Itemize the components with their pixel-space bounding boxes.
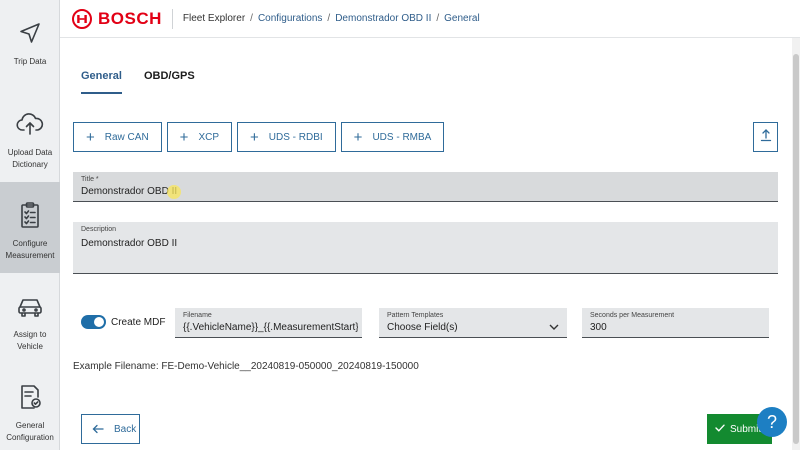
add-uds-rdbi-button[interactable]: + UDS - RDBI <box>237 122 336 152</box>
scrollbar-thumb[interactable] <box>793 54 799 444</box>
description-field-label: Description <box>81 226 117 233</box>
header-divider <box>171 8 173 29</box>
sidebar-item-label: Trip Data <box>13 57 47 66</box>
title-input[interactable]: Demonstrador OBD II <box>81 186 177 197</box>
breadcrumb-separator: / <box>436 13 440 24</box>
bosch-armature-icon <box>72 8 92 29</box>
back-button-label: Back <box>114 423 137 435</box>
plus-icon: + <box>86 128 95 146</box>
breadcrumb-separator: / <box>250 13 253 24</box>
app-title: Fleet Explorer <box>182 13 246 24</box>
cloud-upload-icon <box>15 109 45 139</box>
filename-field-label: Filename <box>183 312 212 319</box>
sidebar-item-label: Upload Data Dictionary <box>7 148 53 169</box>
tab-obd-gps[interactable]: OBD/GPS <box>144 70 195 94</box>
sidebar-item-assign-to-vehicle[interactable]: Assign to Vehicle <box>0 273 60 364</box>
upload-icon <box>760 128 772 147</box>
add-uds-rmba-button[interactable]: + UDS - RMBA <box>340 122 445 152</box>
plus-icon: + <box>353 128 363 146</box>
sidebar-item-label: Configure Measurement <box>5 239 55 260</box>
sidebar-item-general-configuration[interactable]: General Configuration <box>0 364 60 450</box>
plus-icon: + <box>179 128 189 146</box>
create-mdf-toggle[interactable] <box>81 315 106 329</box>
button-label: XCP <box>198 131 219 143</box>
sidebar-item-upload-data-dictionary[interactable]: Upload Data Dictionary <box>0 91 60 182</box>
add-source-buttons: + Raw CAN + XCP + UDS - RDBI + UDS - RMB… <box>73 122 449 152</box>
filename-field[interactable]: Filename {{.VehicleName}}_{{.Measurement… <box>175 308 362 338</box>
tab-bar: General OBD/GPS <box>81 70 217 94</box>
help-button[interactable]: ? <box>757 407 787 437</box>
bosch-logo[interactable]: BOSCH <box>72 8 162 29</box>
sidebar-item-trip-data[interactable]: Trip Data <box>0 0 60 91</box>
toggle-knob <box>94 317 104 327</box>
title-field-label: Title * <box>81 176 99 183</box>
pattern-templates-value: Choose Field(s) <box>387 322 458 333</box>
navigation-arrow-icon <box>15 18 45 48</box>
seconds-per-measurement-label: Seconds per Measurement <box>590 312 675 319</box>
back-button[interactable]: Back <box>81 414 140 444</box>
app-window: Trip Data Upload Data Dictionary Configu… <box>0 0 800 450</box>
seconds-per-measurement-input[interactable]: 300 <box>590 322 607 333</box>
create-mdf-control: Create MDF <box>81 315 165 329</box>
sidebar-item-label: Assign to Vehicle <box>13 330 47 351</box>
pattern-templates-select[interactable]: Pattern Templates Choose Field(s) <box>379 308 567 338</box>
help-question-icon: ? <box>766 411 777 432</box>
breadcrumb-configurations[interactable]: Configurations <box>258 13 322 24</box>
tab-general[interactable]: General <box>81 70 122 94</box>
description-input[interactable]: Demonstrador OBD II <box>81 238 177 249</box>
mouse-cursor-highlight <box>167 185 181 199</box>
brand-name: BOSCH <box>98 8 162 28</box>
breadcrumb-configuration-name[interactable]: Demonstrador OBD II <box>335 13 431 24</box>
sidebar: Trip Data Upload Data Dictionary Configu… <box>0 0 60 450</box>
upload-button[interactable] <box>753 122 778 152</box>
top-header: BOSCH Fleet Explorer / Configurations / … <box>60 0 800 38</box>
filename-input[interactable]: {{.VehicleName}}_{{.MeasurementStart}}_ <box>183 322 358 333</box>
clipboard-checklist-icon <box>15 200 45 230</box>
chevron-down-icon <box>549 318 559 336</box>
add-xcp-button[interactable]: + XCP <box>166 122 232 152</box>
add-raw-can-button[interactable]: + Raw CAN <box>73 122 162 152</box>
document-check-icon <box>15 382 45 412</box>
description-field[interactable]: Description Demonstrador OBD II <box>73 222 778 274</box>
seconds-per-measurement-field[interactable]: Seconds per Measurement 300 <box>582 308 769 338</box>
check-icon <box>715 424 725 435</box>
create-mdf-label: Create MDF <box>111 316 166 328</box>
example-filename: Example Filename: FE-Demo-Vehicle__20240… <box>73 361 419 372</box>
pattern-templates-label: Pattern Templates <box>387 312 444 319</box>
sidebar-item-configure-measurement[interactable]: Configure Measurement <box>0 182 60 273</box>
arrow-left-icon <box>92 422 104 437</box>
car-icon <box>15 291 45 321</box>
button-label: UDS - RMBA <box>372 131 432 143</box>
button-label: Raw CAN <box>104 131 149 143</box>
breadcrumb-general[interactable]: General <box>444 13 480 24</box>
breadcrumb: Fleet Explorer / Configurations / Demons… <box>183 13 480 24</box>
breadcrumb-separator: / <box>327 13 331 24</box>
page-scrollbar[interactable] <box>792 38 800 450</box>
sidebar-item-label: General Configuration <box>6 421 54 442</box>
plus-icon: + <box>250 128 259 146</box>
button-label: UDS - RDBI <box>268 131 323 143</box>
